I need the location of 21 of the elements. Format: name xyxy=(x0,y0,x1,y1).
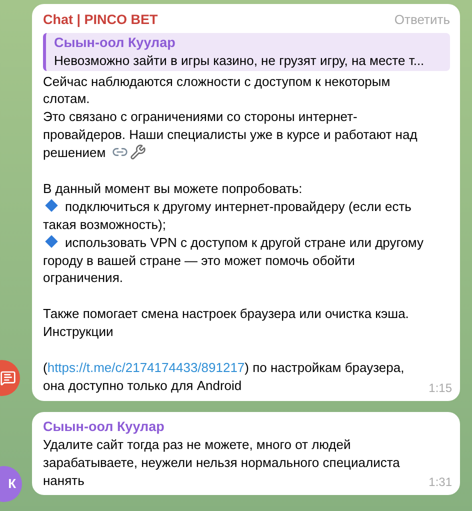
message-text: Сейчас наблюдаются сложности с доступом к некоторым слотам. xyxy=(43,72,392,108)
wrench-icon xyxy=(130,144,146,160)
message-text: подключиться к другому интернет-провайдеру (если есть такая возможность); xyxy=(43,198,412,234)
message-link[interactable]: https://t.me/c/2174174433/891217 xyxy=(47,360,245,375)
message-text: Удалите сайт тогда раз не можете, много от людей зарабатываете, неужели нельзя нормального специалиста нанять xyxy=(43,436,401,490)
message-text: использовать VPN с доступом к другой стране или другому городу в вашей стране — это может помочь обойти ограничения. xyxy=(43,234,425,288)
message-text: В данный момент вы можете попробовать: xyxy=(43,180,304,198)
quote-text: Невозможно зайти в игры казино, не грузят игру, на месте т... xyxy=(54,52,426,70)
avatar[interactable]: К xyxy=(0,466,22,502)
message-time: 1:15 xyxy=(428,380,452,397)
sender-name: Сыын-оол Куулар xyxy=(43,418,164,436)
message-text: (https://t.me/c/2174174433/891217) по настройкам браузера, она доступно только для Android xyxy=(43,358,406,395)
message-text: решением xyxy=(43,145,106,160)
message-text: Также помогает смена настроек браузера или очистка кэша. xyxy=(43,305,410,324)
quote-author: Сыын-оол Куулар xyxy=(54,34,176,52)
quoted-message[interactable]: Сыын-оол Куулар Невозможно зайти в игры казино, не грузят игру, на месте т... xyxy=(43,32,450,70)
chat-icon xyxy=(0,370,16,386)
message-text: Инструкции xyxy=(43,323,114,342)
sender-name: Chat | PINCO BET xyxy=(43,10,158,29)
message-time: 1:31 xyxy=(428,474,452,492)
reply-link[interactable]: Ответить xyxy=(394,10,450,30)
